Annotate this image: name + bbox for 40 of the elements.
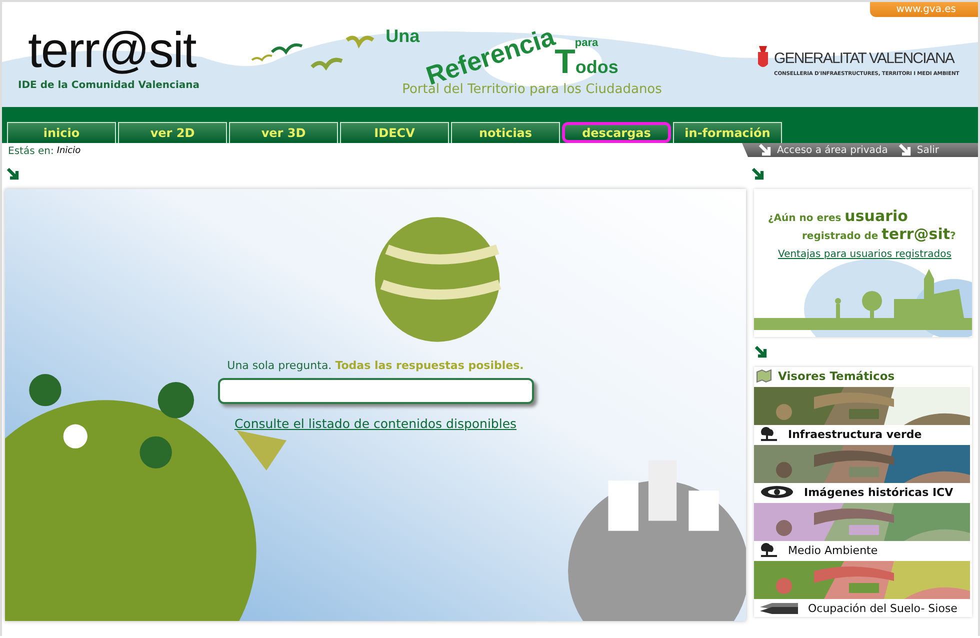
search-prompt: Una sola pregunta. Todas las respuestas posibles.	[227, 359, 524, 372]
slogan-text: Todos	[554, 49, 618, 80]
map-icon	[756, 368, 772, 384]
register-text: registrado de terr@sit?	[801, 225, 957, 243]
contents-link[interactable]: Consulte el listado de contenidos disponibles	[234, 416, 517, 431]
tree-icon	[760, 543, 778, 557]
register-text: ¿Aún no eres usuario	[768, 207, 909, 225]
logo-subtitle: IDE de la Comunidad Valenciana	[18, 80, 200, 91]
breadcrumb-link[interactable]: Inicio	[56, 146, 81, 159]
slogan-text: Una	[386, 26, 420, 47]
nav-tab[interactable]: noticias	[451, 122, 560, 143]
nav-tab[interactable]: ver 3D	[229, 122, 338, 143]
user-link[interactable]: Acceso a área privada	[758, 142, 888, 158]
nav-tab[interactable]: IDECV	[340, 122, 449, 143]
user-link[interactable]: Salir	[898, 142, 940, 158]
arrow-icon	[6, 166, 21, 182]
search-field[interactable]	[218, 378, 534, 404]
eye-icon	[760, 485, 794, 499]
nav-tab[interactable]: inicio	[7, 122, 116, 143]
viewer-link[interactable]: Infraestructura verde	[788, 428, 922, 440]
nav-tab[interactable]: in-formación	[673, 122, 782, 143]
viewer-link[interactable]: Imágenes históricas ICV	[804, 486, 954, 498]
arrow-icon	[754, 344, 769, 360]
slogan-text: para	[574, 37, 598, 49]
nav-tab[interactable]: ver 2D	[118, 122, 227, 143]
tagline: Portal del Territorio para los Ciudadanos	[402, 82, 662, 97]
viewer-link[interactable]: Ocupación del Suelo- Siose	[808, 602, 958, 614]
arrow-icon	[751, 166, 766, 182]
tree-icon	[760, 427, 778, 441]
logo-text[interactable]: terr@sit	[18, 24, 248, 76]
nav-tab[interactable]: descargas	[562, 122, 671, 143]
section-title: Visores Temáticos	[778, 369, 895, 383]
arrow-icon	[758, 142, 773, 158]
arrow-icon	[898, 142, 913, 158]
institution-name: GENERALITAT VALENCIANA	[774, 50, 954, 66]
layers-icon	[760, 601, 798, 615]
breadcrumb-label: Estás en:	[8, 146, 54, 159]
benefits-link[interactable]: Ventajas para usuarios registrados	[778, 249, 972, 260]
coat-of-arms-icon	[756, 46, 770, 70]
viewer-link[interactable]: Medio Ambiente	[788, 544, 878, 556]
